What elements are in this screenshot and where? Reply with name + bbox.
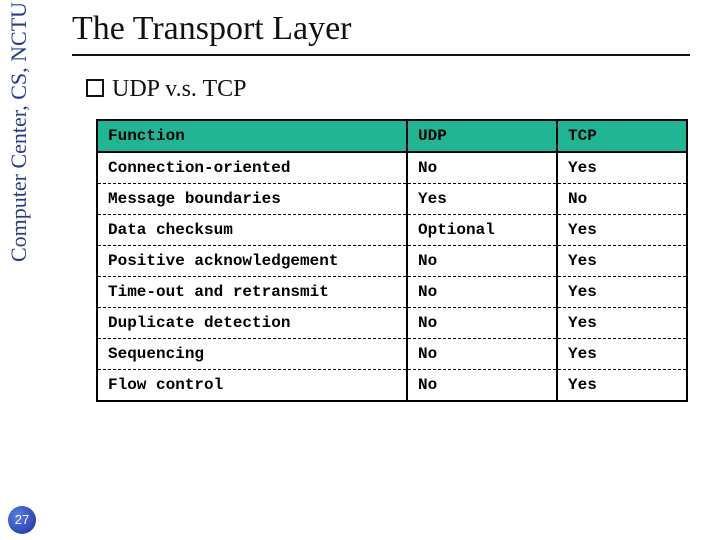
- slide: Computer Center, CS, NCTU 27 The Transpo…: [0, 0, 720, 540]
- cell-udp: No: [407, 152, 557, 184]
- square-bullet-icon: [86, 79, 104, 97]
- cell-udp: No: [407, 246, 557, 277]
- cell-tcp: Yes: [557, 152, 687, 184]
- cell-udp: Yes: [407, 184, 557, 215]
- cell-tcp: Yes: [557, 277, 687, 308]
- cell-udp: No: [407, 339, 557, 370]
- th-tcp: TCP: [557, 120, 687, 152]
- org-sidebar-text: Computer Center, CS, NCTU: [6, 2, 28, 402]
- cell-tcp: Yes: [557, 246, 687, 277]
- table-row: Connection-oriented No Yes: [97, 152, 687, 184]
- content-area: The Transport Layer UDP v.s. TCP Functio…: [56, 0, 720, 540]
- table-row: Positive acknowledgement No Yes: [97, 246, 687, 277]
- cell-tcp: Yes: [557, 370, 687, 402]
- table-row: Message boundaries Yes No: [97, 184, 687, 215]
- page-number-badge: 27: [8, 506, 36, 534]
- th-function: Function: [97, 120, 407, 152]
- cell-udp: Optional: [407, 215, 557, 246]
- sub-bullet: UDP v.s. TCP: [86, 76, 690, 103]
- title-rule: [72, 54, 690, 56]
- cell-function: Message boundaries: [97, 184, 407, 215]
- cell-function: Data checksum: [97, 215, 407, 246]
- table-row: Duplicate detection No Yes: [97, 308, 687, 339]
- comparison-table: Function UDP TCP Connection-oriented No …: [96, 119, 688, 402]
- table-row: Data checksum Optional Yes: [97, 215, 687, 246]
- page-title: The Transport Layer: [72, 10, 690, 48]
- cell-tcp: Yes: [557, 215, 687, 246]
- cell-function: Connection-oriented: [97, 152, 407, 184]
- th-udp: UDP: [407, 120, 557, 152]
- sub-bullet-text: UDP v.s. TCP: [112, 76, 246, 102]
- table-row: Sequencing No Yes: [97, 339, 687, 370]
- cell-tcp: Yes: [557, 339, 687, 370]
- cell-udp: No: [407, 370, 557, 402]
- cell-function: Sequencing: [97, 339, 407, 370]
- cell-udp: No: [407, 277, 557, 308]
- cell-udp: No: [407, 308, 557, 339]
- table-row: Time-out and retransmit No Yes: [97, 277, 687, 308]
- cell-function: Time-out and retransmit: [97, 277, 407, 308]
- table-header-row: Function UDP TCP: [97, 120, 687, 152]
- cell-tcp: Yes: [557, 308, 687, 339]
- cell-function: Duplicate detection: [97, 308, 407, 339]
- table-row: Flow control No Yes: [97, 370, 687, 402]
- cell-tcp: No: [557, 184, 687, 215]
- cell-function: Positive acknowledgement: [97, 246, 407, 277]
- cell-function: Flow control: [97, 370, 407, 402]
